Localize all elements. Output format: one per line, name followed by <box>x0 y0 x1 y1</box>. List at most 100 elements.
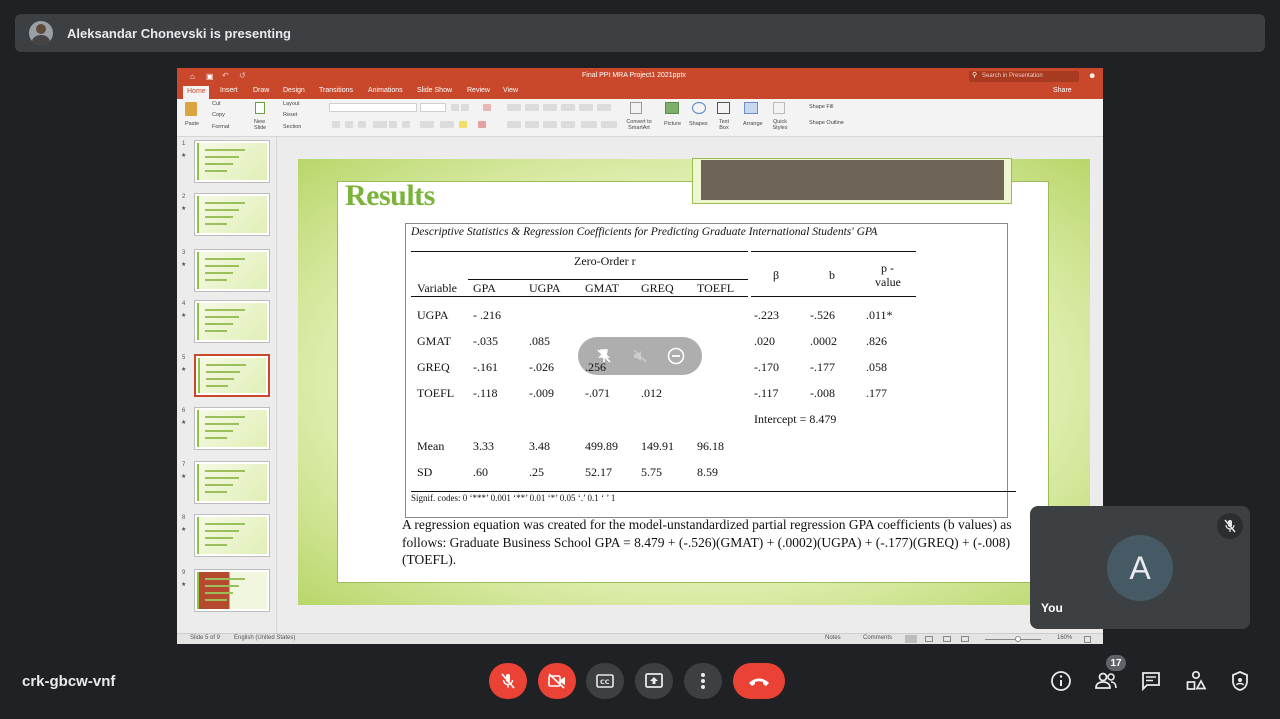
section-button[interactable]: Section <box>283 124 301 130</box>
align-text-icon[interactable] <box>601 121 617 128</box>
people-button[interactable] <box>1093 668 1119 694</box>
new-slide-icon[interactable] <box>255 102 265 114</box>
grow-font-icon[interactable] <box>451 104 459 111</box>
superscript-icon[interactable] <box>389 121 397 128</box>
smartart-icon[interactable] <box>630 102 642 114</box>
text-box-icon[interactable] <box>717 102 730 114</box>
language-status[interactable]: English (United States) <box>234 635 295 641</box>
slide-paragraph[interactable]: A regression equation was created for th… <box>402 516 1014 569</box>
bold-icon[interactable] <box>332 121 340 128</box>
slide-title[interactable]: Results <box>345 179 435 213</box>
slide-thumbnail-1[interactable] <box>194 140 270 183</box>
slide-thumbnail-2[interactable] <box>194 193 270 236</box>
thumbnail-text-line <box>205 156 239 158</box>
more-icon <box>701 673 705 689</box>
slide-sorter-icon[interactable] <box>925 636 933 642</box>
font-name-dropdown[interactable] <box>329 103 417 112</box>
italic-icon[interactable] <box>345 121 353 128</box>
clear-format-icon[interactable] <box>483 104 491 111</box>
align-center-icon[interactable] <box>525 121 539 128</box>
shape-outline-button[interactable]: Shape Outline <box>809 120 844 126</box>
increase-indent-icon[interactable] <box>561 104 575 111</box>
strikethrough-icon[interactable] <box>373 121 387 128</box>
fit-slide-icon[interactable] <box>1084 636 1091 643</box>
format-painter-button[interactable]: Format <box>212 124 229 130</box>
more-options-button[interactable] <box>684 663 722 699</box>
quick-styles-icon[interactable] <box>773 102 785 114</box>
underline-icon[interactable] <box>358 121 366 128</box>
justify-icon[interactable] <box>561 121 575 128</box>
align-right-icon[interactable] <box>543 121 557 128</box>
tab-home[interactable]: Home <box>183 86 209 99</box>
shape-fill-button[interactable]: Shape Fill <box>809 104 833 110</box>
zoom-slider-handle[interactable] <box>1015 636 1021 642</box>
tab-draw[interactable]: Draw <box>253 87 269 94</box>
decrease-indent-icon[interactable] <box>543 104 557 111</box>
account-icon[interactable]: ☻ <box>1088 71 1096 80</box>
captions-button[interactable]: CC <box>586 663 624 699</box>
search-icon: ⚲ <box>972 72 978 79</box>
change-case-icon[interactable] <box>440 121 454 128</box>
shapes-icon[interactable] <box>692 102 706 114</box>
slide-thumbnail-8[interactable] <box>194 514 270 557</box>
activities-button[interactable] <box>1183 668 1209 694</box>
meeting-details-button[interactable] <box>1048 668 1074 694</box>
font-color-icon[interactable] <box>478 121 486 128</box>
highlight-icon[interactable] <box>459 121 467 128</box>
chat-button[interactable] <box>1138 668 1164 694</box>
slide-thumbnail-5[interactable] <box>194 354 270 397</box>
tab-design[interactable]: Design <box>283 87 305 94</box>
cut-button[interactable]: Cut <box>212 101 221 107</box>
host-controls-button[interactable] <box>1227 668 1253 694</box>
arrange-icon[interactable] <box>744 102 758 114</box>
zoom-level[interactable]: 160% <box>1057 635 1072 641</box>
camera-toggle-button[interactable] <box>538 663 576 699</box>
bullets-icon[interactable] <box>507 104 521 111</box>
slide-thumbnail-7[interactable] <box>194 461 270 504</box>
tab-view[interactable]: View <box>503 87 518 94</box>
tab-slide-show[interactable]: Slide Show <box>417 87 452 94</box>
thumbnail-text-line <box>206 385 228 387</box>
copy-button[interactable]: Copy <box>212 112 225 118</box>
slideshow-view-icon[interactable] <box>961 636 969 642</box>
home-icon[interactable]: ⌂ <box>190 72 195 81</box>
layout-button[interactable]: Layout <box>283 101 300 107</box>
tab-transitions[interactable]: Transitions <box>319 87 353 94</box>
zoom-slider[interactable] <box>985 639 1041 640</box>
present-now-button[interactable] <box>635 663 673 699</box>
audio-off-icon[interactable] <box>630 346 650 366</box>
picture-icon[interactable] <box>665 102 679 114</box>
reset-button[interactable]: Reset <box>283 112 297 118</box>
slide-thumbnail-6[interactable] <box>194 407 270 450</box>
normal-view-icon[interactable] <box>905 635 917 643</box>
search-box[interactable]: ⚲ Search in Presentation <box>969 71 1079 82</box>
slide-thumbnail-4[interactable] <box>194 300 270 343</box>
undo-icon[interactable]: ↶ <box>222 71 229 80</box>
shrink-font-icon[interactable] <box>461 104 469 111</box>
tab-review[interactable]: Review <box>467 87 490 94</box>
text-direction-icon[interactable] <box>581 121 597 128</box>
subscript-icon[interactable] <box>402 121 410 128</box>
save-icon[interactable]: ▣ <box>206 72 214 81</box>
thumbnail-preview <box>197 517 267 554</box>
leave-call-button[interactable] <box>733 663 785 699</box>
char-spacing-icon[interactable] <box>420 121 434 128</box>
paste-icon[interactable] <box>185 102 197 116</box>
share-button[interactable]: Share <box>1053 87 1072 94</box>
columns-icon[interactable] <box>597 104 611 111</box>
tab-animations[interactable]: Animations <box>368 87 403 94</box>
reading-view-icon[interactable] <box>943 636 951 642</box>
comments-button[interactable]: Comments <box>863 635 892 641</box>
thumbnail-text-line <box>205 223 227 225</box>
redo-icon[interactable]: ↺ <box>239 71 246 80</box>
notes-button[interactable]: Notes <box>825 635 841 641</box>
numbering-icon[interactable] <box>525 104 539 111</box>
align-left-icon[interactable] <box>507 121 521 128</box>
remove-icon[interactable] <box>666 346 686 366</box>
mic-toggle-button[interactable] <box>489 663 527 699</box>
slide-thumbnail-3[interactable] <box>194 249 270 292</box>
font-size-dropdown[interactable] <box>420 103 446 112</box>
tab-insert[interactable]: Insert <box>220 87 238 94</box>
slide-thumbnail-9[interactable] <box>194 569 270 612</box>
line-spacing-icon[interactable] <box>579 104 593 111</box>
